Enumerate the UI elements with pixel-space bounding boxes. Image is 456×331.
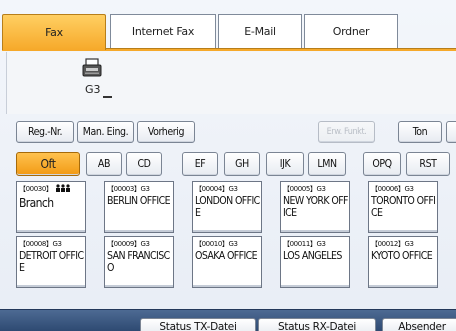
- ton-button[interactable]: Ton: [398, 121, 442, 143]
- tab-fax-label: Fax: [45, 26, 63, 39]
- tab-ordner-label: Ordner: [332, 25, 370, 38]
- man-eing-label: Man. Eing.: [82, 126, 129, 138]
- erw-funkt-button[interactable]: Erw. Funkt.: [318, 121, 375, 143]
- status-tx-file-button[interactable]: Status TX-Datei: [140, 318, 256, 331]
- destination-name: NEW YORK OFFICE: [283, 195, 348, 219]
- sender-label: Absender: [398, 321, 446, 331]
- fax-machine-icon: [82, 58, 102, 77]
- index-tab-oft-label: Oft: [40, 157, 56, 171]
- destination-key-new-york-office[interactable]: 【00005】G3 NEW YORK OFFICE: [280, 181, 350, 233]
- ton-label: Ton: [412, 126, 428, 138]
- text-cursor: [103, 96, 112, 98]
- status-rx-file-label: Status RX-Datei: [277, 321, 357, 331]
- destination-name: LOS ANGELES: [283, 250, 342, 262]
- index-tab-cd-label: CD: [137, 158, 151, 170]
- destination-key-london-office[interactable]: 【00004】G3 LONDON OFFICE: [192, 181, 262, 233]
- destination-code: 【00009】G3: [107, 240, 150, 248]
- destination-key-kyoto-office[interactable]: 【00012】G3 KYOTO OFFICE: [368, 236, 438, 288]
- destination-code: 【00008】G3: [19, 240, 62, 248]
- status-tx-file-label: Status TX-Datei: [159, 321, 237, 331]
- status-rx-file-button[interactable]: Status RX-Datei: [258, 318, 376, 331]
- index-tab-rst-label: RST: [419, 158, 437, 170]
- group-icon: [56, 184, 70, 192]
- index-tab-ijk-label: IJK: [279, 158, 291, 170]
- destination-code: 【00005】G3: [283, 185, 326, 193]
- index-tab-gh-label: GH: [235, 158, 249, 170]
- bottom-bar: Status TX-Datei Status RX-Datei Absender: [0, 309, 456, 331]
- tab-fax[interactable]: Fax: [2, 14, 106, 50]
- destination-key-los-angeles[interactable]: 【00011】G3 LOS ANGELES: [280, 236, 350, 288]
- destination-name: KYOTO OFFICE: [371, 250, 433, 262]
- index-tab-cd[interactable]: CD: [126, 152, 162, 176]
- tab-e-mail[interactable]: E-Mail: [218, 14, 302, 48]
- toolbar-overflow-button[interactable]: [446, 121, 456, 143]
- destination-key-san-francisco[interactable]: 【00009】G3 SAN FRANCISCO: [104, 236, 174, 288]
- destination-code: 【00010】G3: [195, 240, 238, 248]
- destination-code: 【00004】G3: [195, 185, 238, 193]
- destination-key-toronto-office[interactable]: 【00006】G3 TORONTO OFFICE: [368, 181, 438, 233]
- sender-button[interactable]: Absender: [382, 318, 456, 331]
- destination-name: SAN FRANCISCO: [107, 250, 170, 274]
- destination-name: DETROIT OFFICE: [19, 250, 84, 274]
- tab-internet-fax-label: Internet Fax: [131, 25, 195, 38]
- destination-key-berlin-office[interactable]: 【00003】G3 BERLIN OFFICE: [104, 181, 174, 233]
- vorherig-button[interactable]: Vorherig: [137, 121, 195, 143]
- destination-key-detroit-office[interactable]: 【00008】G3 DETROIT OFFICE: [16, 236, 86, 288]
- index-tab-gh[interactable]: GH: [224, 152, 260, 176]
- index-tab-ab[interactable]: AB: [86, 152, 122, 176]
- destination-key-branch[interactable]: 【00030】 Branch: [16, 181, 86, 233]
- index-tab-ef[interactable]: EF: [182, 152, 218, 176]
- destination-display: G3: [6, 52, 456, 114]
- destination-name: Branch: [19, 196, 54, 210]
- index-tab-lmn-label: LMN: [317, 158, 337, 170]
- reg-nr-label: Reg.-Nr.: [27, 126, 63, 138]
- reg-nr-button[interactable]: Reg.-Nr.: [16, 121, 74, 143]
- destination-key-osaka-office[interactable]: 【00010】G3 OSAKA OFFICE: [192, 236, 262, 288]
- destination-code: 【00030】: [19, 185, 53, 193]
- tab-ordner[interactable]: Ordner: [304, 14, 398, 48]
- index-tab-oft[interactable]: Oft: [16, 152, 80, 176]
- transmission-mode: G3: [85, 83, 101, 96]
- index-tab-ef-label: EF: [194, 158, 206, 170]
- destination-code: 【00012】G3: [371, 240, 414, 248]
- destination-name: TORONTO OFFICE: [371, 195, 436, 219]
- man-eing-button[interactable]: Man. Eing.: [77, 121, 134, 143]
- erw-funkt-label: Erw. Funkt.: [326, 127, 367, 137]
- fax-screen: Fax Internet Fax E-Mail Ordner G3 Reg.-N…: [0, 0, 456, 331]
- destination-code: 【00011】G3: [283, 240, 326, 248]
- vorherig-label: Vorherig: [147, 126, 185, 138]
- index-tab-opq[interactable]: OPQ: [363, 152, 401, 176]
- index-tab-lmn[interactable]: LMN: [308, 152, 346, 176]
- destination-name: OSAKA OFFICE: [195, 250, 258, 262]
- tab-internet-fax[interactable]: Internet Fax: [110, 14, 216, 48]
- index-tab-opq-label: OPQ: [372, 158, 392, 170]
- tab-e-mail-label: E-Mail: [244, 25, 276, 38]
- destination-name: BERLIN OFFICE: [107, 195, 171, 207]
- index-tab-rst[interactable]: RST: [406, 152, 450, 176]
- index-tab-ab-label: AB: [97, 158, 111, 170]
- destination-code: 【00006】G3: [371, 185, 414, 193]
- destination-code: 【00003】G3: [107, 185, 150, 193]
- destination-name: LONDON OFFICE: [195, 195, 260, 219]
- index-tab-ijk[interactable]: IJK: [266, 152, 304, 176]
- tab-bar: Fax Internet Fax E-Mail Ordner: [2, 14, 456, 50]
